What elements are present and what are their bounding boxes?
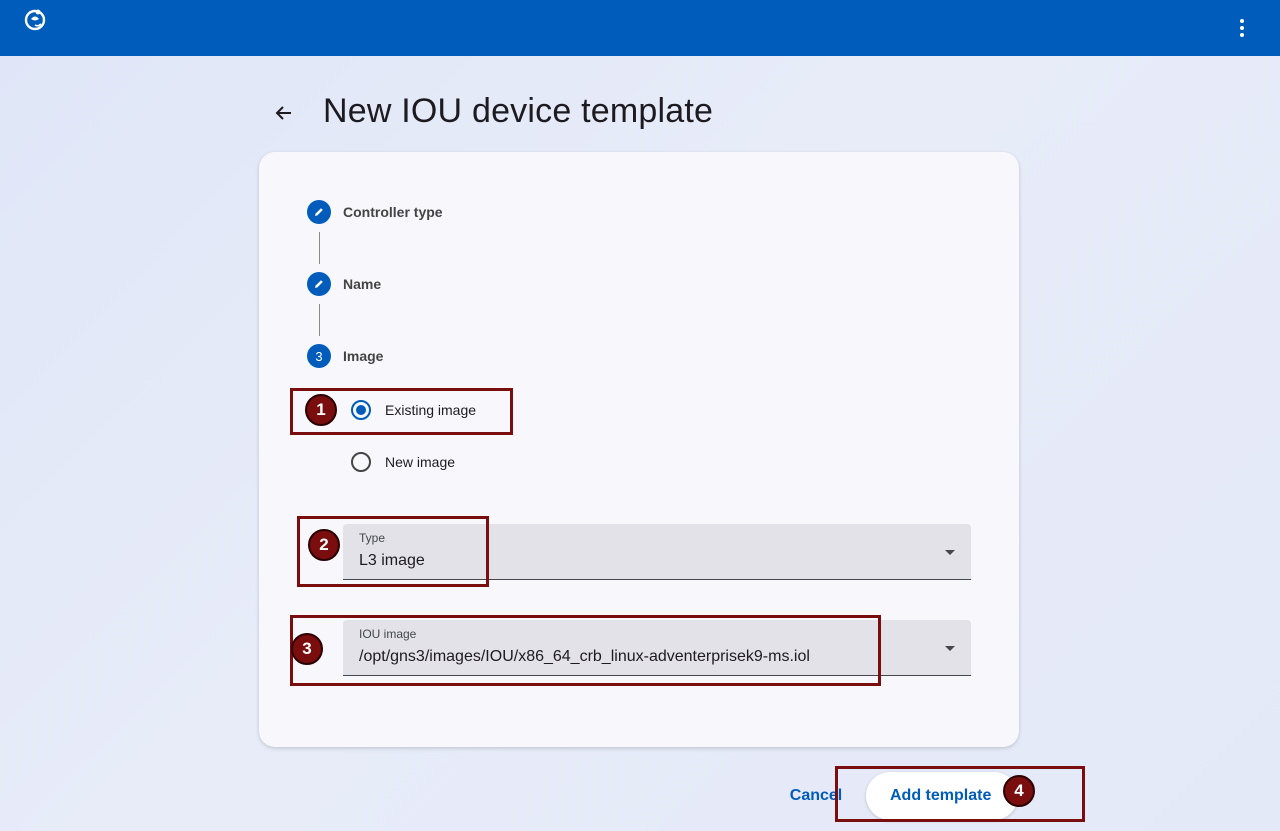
- dropdown-arrow-icon[interactable]: [945, 550, 955, 555]
- page-title: New IOU device template: [323, 92, 714, 130]
- radio-checked-icon[interactable]: [351, 400, 371, 420]
- step-controller-type-edit-icon[interactable]: [307, 200, 331, 224]
- annotation-badge-3: 3: [291, 633, 323, 665]
- annotation-badge-2: 2: [308, 529, 340, 561]
- cancel-button[interactable]: Cancel: [778, 776, 854, 816]
- step-connector: [319, 232, 320, 264]
- annotation-badge-4: 4: [1003, 775, 1035, 807]
- step-name-edit-icon[interactable]: [307, 272, 331, 296]
- pencil-icon: [315, 280, 323, 288]
- step-image-number[interactable]: 3: [307, 344, 331, 368]
- step-name-label[interactable]: Name: [343, 276, 381, 292]
- iou-image-select[interactable]: IOU image /opt/gns3/images/IOU/x86_64_cr…: [343, 620, 971, 676]
- step-connector: [319, 304, 320, 336]
- step-image-label[interactable]: Image: [343, 348, 383, 364]
- type-select[interactable]: Type L3 image: [343, 524, 971, 580]
- gns3-logo-icon[interactable]: [22, 6, 48, 32]
- radio-existing-image-label: Existing image: [385, 402, 477, 418]
- step-controller-type-label[interactable]: Controller type: [343, 204, 443, 220]
- annotation-badge-1: 1: [305, 394, 337, 426]
- radio-unchecked-icon[interactable]: [351, 452, 371, 472]
- more-vert-icon[interactable]: [1228, 14, 1256, 42]
- radio-existing-image[interactable]: Existing image: [351, 400, 476, 420]
- type-select-label: Type: [359, 531, 386, 545]
- pencil-icon: [315, 208, 323, 216]
- back-arrow-icon[interactable]: [271, 100, 297, 126]
- type-select-value: L3 image: [359, 552, 425, 569]
- iou-image-select-value: /opt/gns3/images/IOU/x86_64_crb_linux-ad…: [359, 648, 810, 665]
- dropdown-arrow-icon[interactable]: [945, 646, 955, 651]
- radio-new-image-label: New image: [385, 454, 456, 470]
- iou-image-select-label: IOU image: [359, 627, 417, 641]
- radio-new-image[interactable]: New image: [351, 452, 455, 472]
- add-template-button[interactable]: Add template: [866, 772, 1018, 820]
- top-app-bar: [0, 0, 1280, 56]
